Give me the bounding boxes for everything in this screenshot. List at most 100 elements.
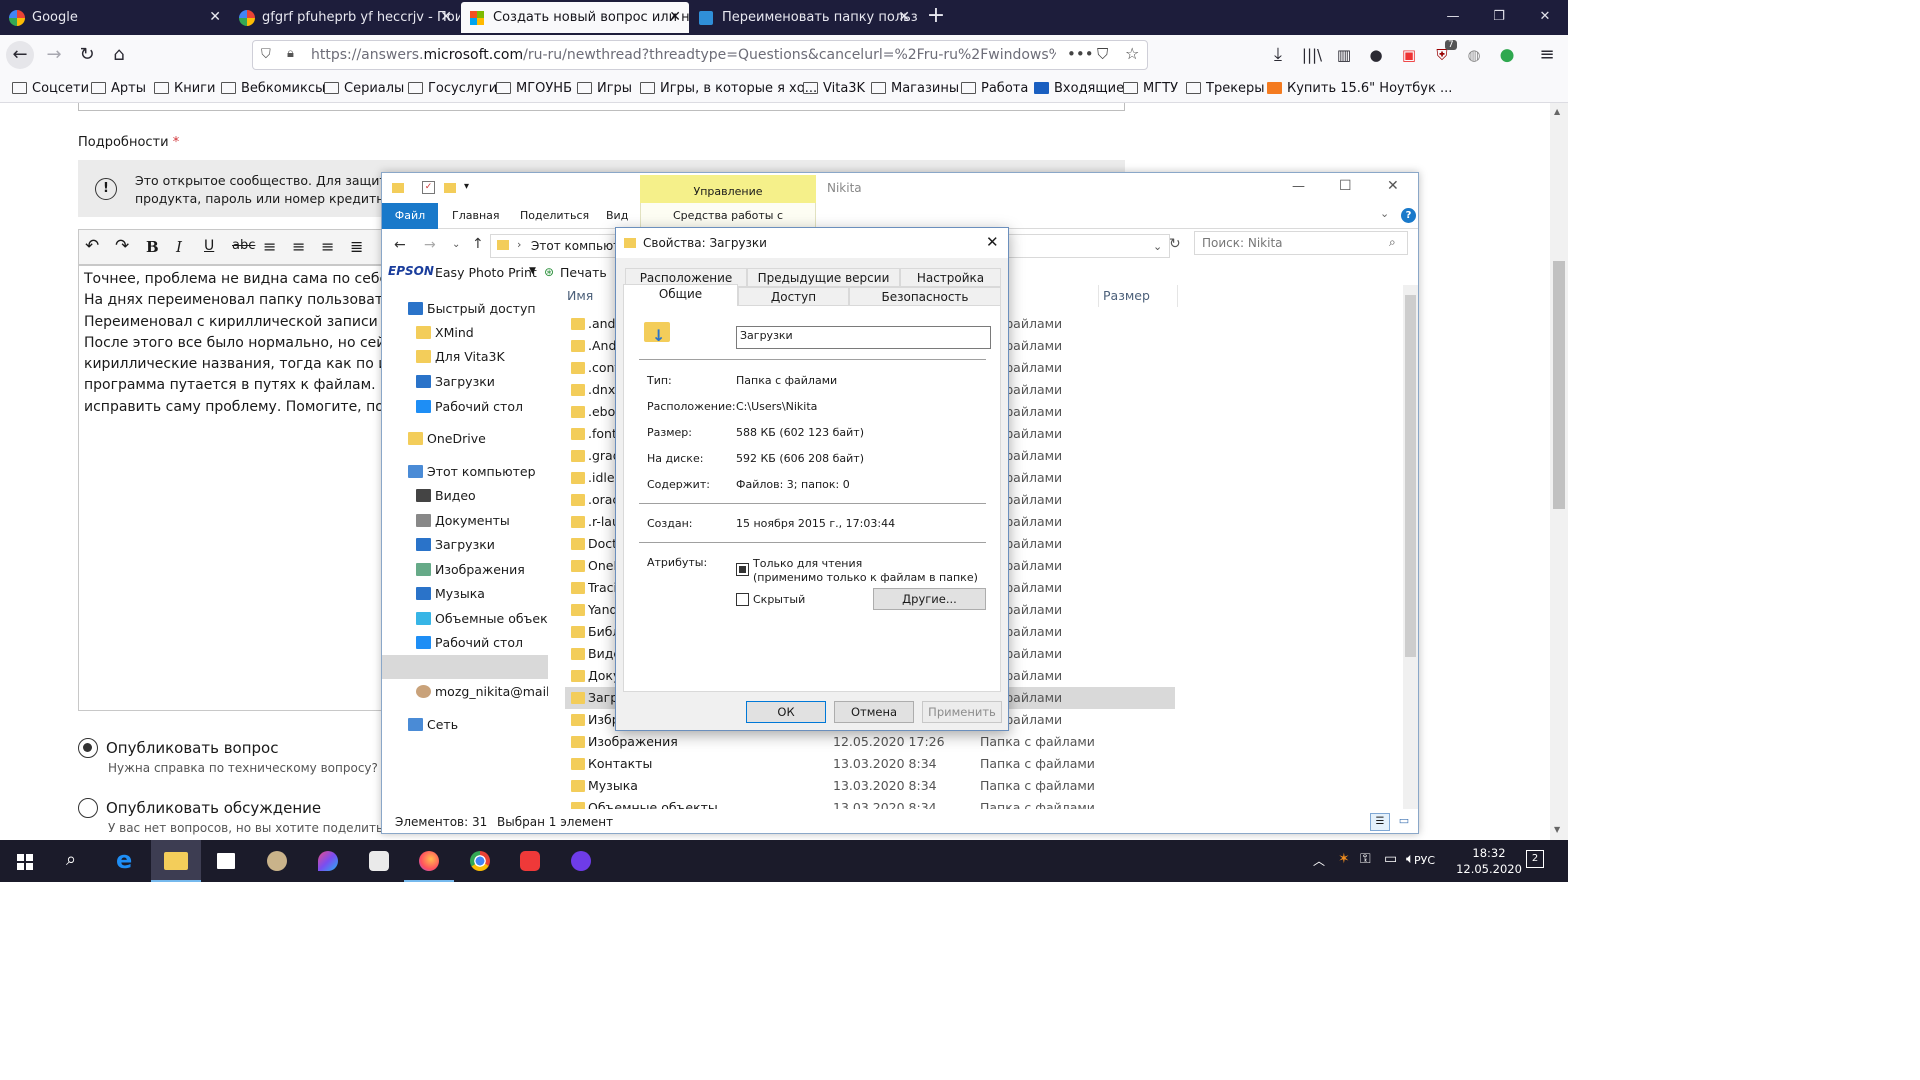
bookmark-star-icon[interactable]: ☆ bbox=[1125, 44, 1139, 63]
bookmark-folder[interactable]: МГТУ bbox=[1123, 80, 1178, 98]
publish-question-label[interactable]: Опубликовать вопрос bbox=[106, 739, 278, 757]
strikethrough-icon[interactable]: abc bbox=[232, 238, 255, 253]
new-tab-button[interactable]: + bbox=[924, 3, 948, 31]
tab-security[interactable]: Безопасность bbox=[849, 287, 1001, 306]
details-view-icon[interactable]: ☰ bbox=[1370, 813, 1390, 831]
manage-context-tab[interactable]: Управление bbox=[640, 175, 816, 203]
taskbar-app-drop[interactable] bbox=[303, 840, 353, 882]
scroll-up-icon[interactable]: ▲ bbox=[1554, 107, 1560, 116]
undo-icon[interactable]: ↶ bbox=[85, 236, 99, 256]
taskbar-app-camera[interactable] bbox=[354, 840, 404, 882]
bookmark-folder[interactable]: Госуслуги bbox=[408, 80, 497, 98]
bookmark-folder[interactable]: Арты bbox=[91, 80, 146, 98]
tab-sharing[interactable]: Доступ bbox=[738, 287, 849, 306]
explorer-minimize-button[interactable]: — bbox=[1292, 179, 1305, 194]
bookmark-folder[interactable]: МГОУНБ bbox=[496, 80, 572, 98]
file-row[interactable]: Контакты 13.03.2020 8:34 Папка с файлами bbox=[565, 753, 1175, 775]
publish-question-radio[interactable] bbox=[78, 738, 98, 758]
shield-icon[interactable]: ⛉ bbox=[261, 47, 271, 62]
start-button[interactable] bbox=[0, 840, 50, 882]
question-body-editor[interactable]: Точнее, проблема не видна сама по себе, Н… bbox=[78, 265, 388, 711]
explorer-back-icon[interactable]: ← bbox=[394, 237, 406, 253]
tab-previous-versions[interactable]: Предыдущие версии bbox=[747, 268, 900, 287]
redo-icon[interactable]: ↷ bbox=[115, 236, 129, 256]
publish-discussion-label[interactable]: Опубликовать обсуждение bbox=[106, 799, 321, 817]
bookmark-folder[interactable]: Игры bbox=[577, 80, 632, 98]
page-scrollbar[interactable]: ▲ ▼ bbox=[1550, 103, 1568, 840]
back-arrow-icon[interactable]: ← bbox=[6, 41, 34, 69]
ribbon-tab-home[interactable]: Главная bbox=[452, 203, 500, 229]
readonly-checkbox[interactable] bbox=[736, 563, 749, 576]
lock-icon[interactable]: 🔒︎ bbox=[287, 46, 294, 61]
explorer-forward-icon[interactable]: → bbox=[424, 237, 436, 253]
sidebar-icon[interactable]: ▥ bbox=[1330, 41, 1358, 69]
restore-button[interactable]: ❐ bbox=[1476, 0, 1522, 33]
explorer-close-button[interactable]: ✕ bbox=[1387, 178, 1399, 194]
forward-arrow-icon[interactable]: → bbox=[40, 41, 68, 69]
menu-icon[interactable]: ≡ bbox=[1533, 41, 1561, 69]
taskbar-app-paint[interactable] bbox=[252, 840, 302, 882]
col-size-header[interactable]: Размер bbox=[1098, 285, 1178, 307]
file-row[interactable]: Изображения 12.05.2020 17:26 Папка с файла… bbox=[565, 731, 1175, 753]
file-row[interactable]: Объемные объекты 13.03.2020 8:34 Папка с ф… bbox=[565, 797, 1175, 809]
pocket-icon[interactable]: ⛉ bbox=[1097, 45, 1108, 63]
ribbon-tab-file[interactable]: Файл bbox=[382, 203, 438, 229]
close-tab-icon[interactable]: ✕ bbox=[440, 2, 452, 33]
properties-icon[interactable]: ✓ bbox=[422, 181, 435, 194]
bookmark-folder[interactable]: Игры, в которые я хо... bbox=[640, 80, 817, 98]
ok-button[interactable]: ОК bbox=[746, 701, 826, 723]
language-indicator[interactable]: РУС bbox=[1414, 854, 1435, 867]
hidden-checkbox[interactable] bbox=[736, 593, 749, 606]
close-tab-icon[interactable]: ✕ bbox=[898, 2, 910, 33]
green-extension-icon[interactable]: ● bbox=[1493, 41, 1521, 69]
bookmark-inbox[interactable]: Входящие bbox=[1034, 80, 1124, 98]
taskbar-firefox[interactable] bbox=[404, 840, 454, 882]
cancel-button[interactable]: Отмена bbox=[834, 701, 914, 723]
quick-access-dropdown-icon[interactable]: ▾ bbox=[464, 181, 469, 192]
close-window-button[interactable]: ✕ bbox=[1522, 0, 1568, 33]
taskbar-explorer[interactable] bbox=[151, 840, 201, 882]
refresh-icon[interactable]: ↻ bbox=[1169, 236, 1181, 252]
address-dropdown-icon[interactable]: ⌄ bbox=[1153, 240, 1162, 253]
tab-general[interactable]: Общие bbox=[623, 284, 738, 306]
underline-icon[interactable]: U bbox=[204, 238, 214, 254]
bookmark-folder[interactable]: Сериалы bbox=[324, 80, 404, 98]
explorer-maximize-button[interactable]: ☐ bbox=[1339, 178, 1352, 194]
clock[interactable]: 18:32 12.05.2020 bbox=[1456, 845, 1522, 877]
new-folder-icon[interactable] bbox=[444, 183, 456, 193]
tab-customize[interactable]: Настройка bbox=[900, 268, 1001, 287]
taskbar-edge[interactable]: e bbox=[101, 840, 151, 882]
reload-icon[interactable]: ↻ bbox=[73, 41, 101, 69]
bookmark-folder[interactable]: Работа bbox=[961, 80, 1028, 98]
justify-icon[interactable]: ≣ bbox=[350, 237, 363, 256]
bookmark-folder[interactable]: Магазины bbox=[871, 80, 959, 98]
title-input-bottom[interactable] bbox=[78, 103, 1125, 111]
tiles-view-icon[interactable]: ▭ bbox=[1394, 813, 1414, 831]
up-arrow-icon[interactable]: ↑ bbox=[472, 236, 484, 252]
bookmark-folder[interactable]: Трекеры bbox=[1186, 80, 1265, 98]
taskbar-vivaldi[interactable] bbox=[505, 840, 555, 882]
browser-tab-new-question[interactable]: Создать новый вопрос или н ✕ bbox=[461, 2, 689, 33]
file-row[interactable]: Музыка 13.03.2020 8:34 Папка с файлами bbox=[565, 775, 1175, 797]
globe-icon[interactable]: ◍ bbox=[1460, 41, 1488, 69]
easy-photo-print-button[interactable]: Easy Photo Print bbox=[435, 265, 537, 280]
bookmark-folder[interactable]: Соцсети bbox=[12, 80, 89, 98]
tray-app-icon[interactable]: ✶ bbox=[1338, 851, 1350, 867]
tray-app-icon[interactable]: ⚿ bbox=[1360, 851, 1371, 867]
taskbar-store[interactable] bbox=[201, 840, 251, 882]
publish-discussion-radio[interactable] bbox=[78, 798, 98, 818]
browser-tab-google[interactable]: Google ✕ bbox=[0, 2, 229, 33]
bold-icon[interactable]: B bbox=[146, 238, 159, 256]
home-icon[interactable]: ⌂ bbox=[105, 41, 133, 69]
advanced-attributes-button[interactable]: Другие... bbox=[873, 588, 986, 610]
align-left-icon[interactable]: ≡ bbox=[263, 237, 276, 256]
breadcrumb[interactable]: Этот компьюте bbox=[531, 239, 628, 253]
align-center-icon[interactable]: ≡ bbox=[292, 237, 305, 256]
hidden-label[interactable]: Скрытый bbox=[753, 593, 805, 606]
taskbar-chrome[interactable] bbox=[455, 840, 505, 882]
help-icon[interactable]: ? bbox=[1401, 208, 1416, 223]
chevron-down-icon[interactable]: ▼ bbox=[529, 266, 536, 276]
file-list-scrollbar[interactable] bbox=[1403, 285, 1418, 809]
recent-dropdown-icon[interactable]: ⌄ bbox=[452, 239, 460, 250]
browser-tab-rename[interactable]: Переименовать папку польз ✕ bbox=[690, 2, 918, 33]
